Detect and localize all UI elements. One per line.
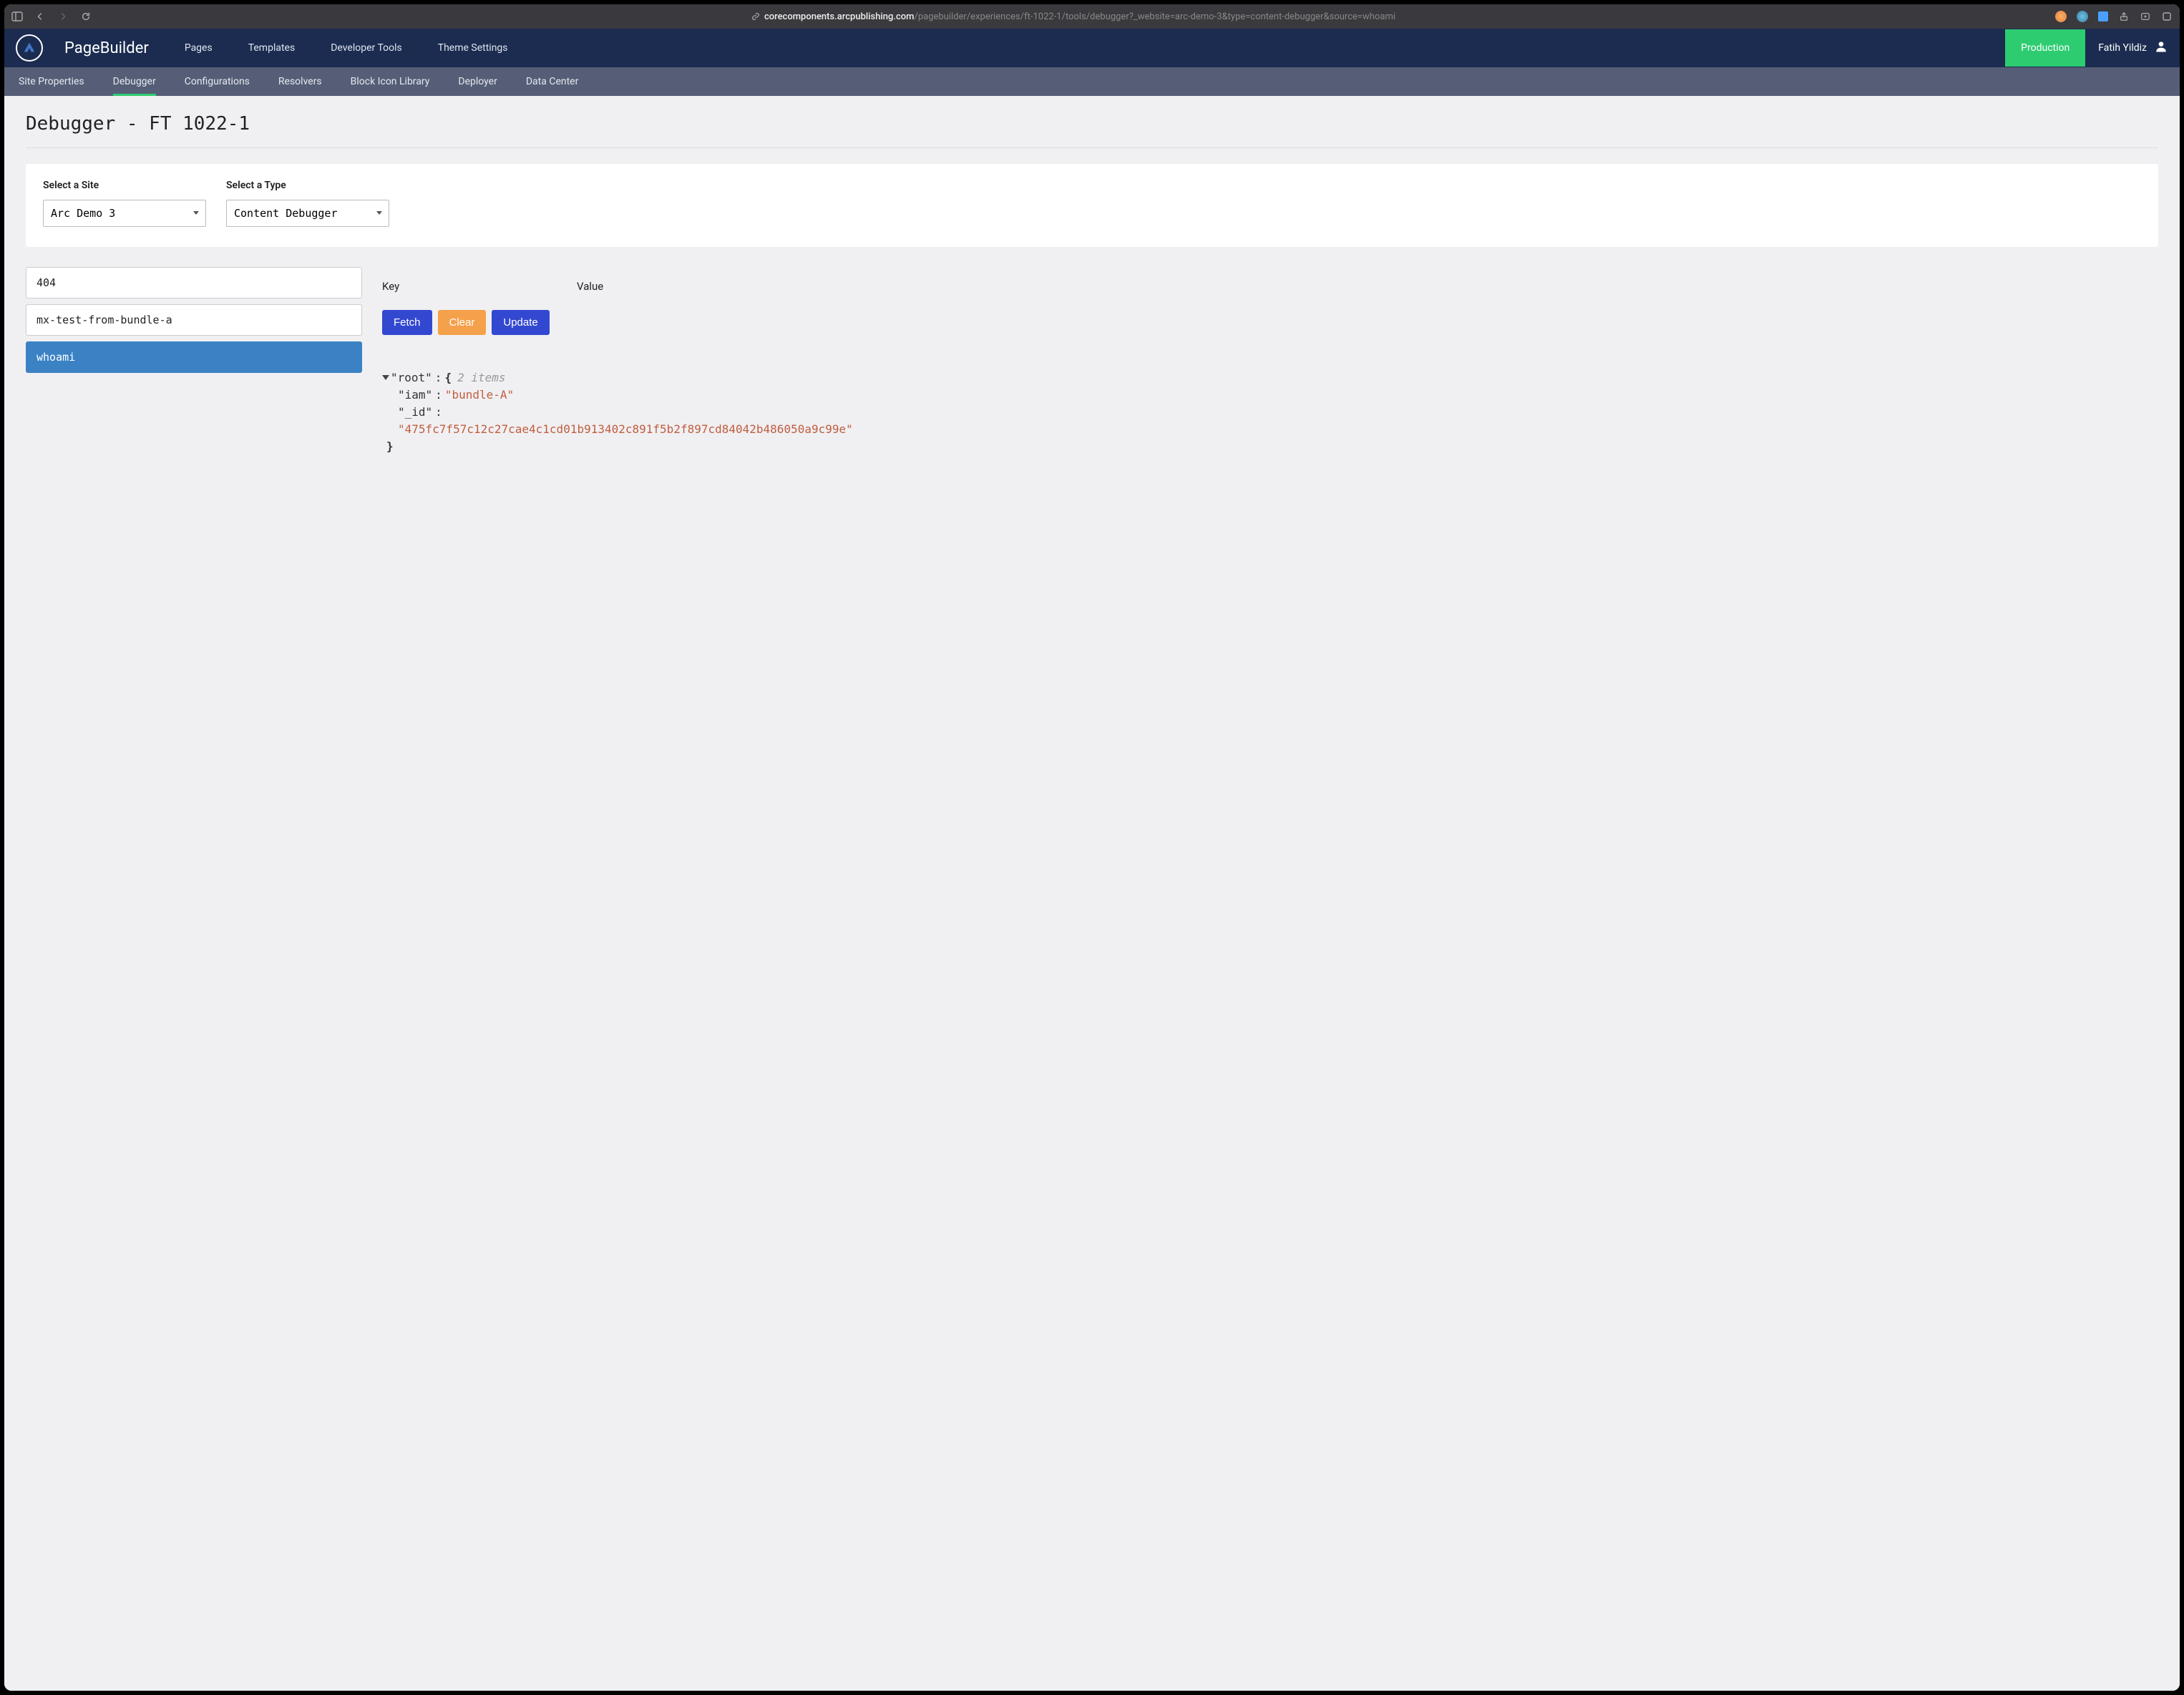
- json-iam-value: "bundle-A": [445, 388, 514, 402]
- json-toggle-icon[interactable]: [382, 375, 389, 380]
- json-root-key: "root": [391, 371, 432, 384]
- type-select-label: Select a Type: [226, 180, 389, 191]
- url-path: /pagebuilder/experiences/ft-1022-1/tools…: [914, 11, 1395, 22]
- kv-key-header: Key: [382, 280, 577, 293]
- share-icon[interactable]: [2118, 11, 2130, 22]
- extension-icon-2[interactable]: [2077, 11, 2088, 22]
- sub-nav: Site Properties Debugger Configurations …: [4, 67, 2180, 96]
- back-icon[interactable]: [34, 11, 46, 22]
- page-title: Debugger - FT 1022-1: [26, 113, 2158, 148]
- forward-icon: [57, 11, 69, 22]
- kv-value-header: Value: [577, 280, 603, 293]
- reload-icon[interactable]: [80, 11, 92, 22]
- nav-theme-settings[interactable]: Theme Settings: [438, 42, 508, 54]
- nav-templates[interactable]: Templates: [248, 42, 296, 54]
- source-item-whoami[interactable]: whoami: [26, 341, 362, 373]
- environment-badge[interactable]: Production: [2005, 29, 2085, 67]
- user-icon[interactable]: [2154, 39, 2168, 57]
- browser-toolbar: corecomponents.arcpublishing.com/pagebui…: [4, 4, 2180, 29]
- brand-name[interactable]: PageBuilder: [64, 39, 149, 57]
- nav-pages[interactable]: Pages: [185, 42, 213, 54]
- source-item-404[interactable]: 404: [26, 267, 362, 298]
- user-name[interactable]: Fatih Yildiz: [2085, 42, 2154, 54]
- right-panel: Key Value Fetch Clear Update "root":{2 i…: [382, 267, 2158, 455]
- browser-window: corecomponents.arcpublishing.com/pagebui…: [4, 4, 2180, 1691]
- selectors-card: Select a Site Arc Demo 3 Select a Type C…: [26, 164, 2158, 247]
- nav-developer-tools[interactable]: Developer Tools: [331, 42, 402, 54]
- subnav-debugger[interactable]: Debugger: [113, 67, 156, 96]
- source-list: 404 mx-test-from-bundle-a whoami: [26, 267, 362, 455]
- extension-icon-3[interactable]: [2098, 11, 2108, 21]
- tabs-icon[interactable]: [2161, 11, 2173, 22]
- top-nav: PageBuilder Pages Templates Developer To…: [4, 29, 2180, 67]
- new-tab-icon[interactable]: [2140, 11, 2151, 22]
- json-iam-key: "iam": [398, 388, 432, 402]
- json-id-key: "_id": [398, 405, 432, 419]
- subnav-resolvers[interactable]: Resolvers: [278, 67, 322, 96]
- clear-button[interactable]: Clear: [438, 310, 487, 335]
- extension-icon-1[interactable]: [2055, 11, 2067, 22]
- subnav-deployer[interactable]: Deployer: [458, 67, 497, 96]
- source-item-mx-test[interactable]: mx-test-from-bundle-a: [26, 304, 362, 336]
- site-select-label: Select a Site: [43, 180, 206, 191]
- subnav-block-icon-library[interactable]: Block Icon Library: [351, 67, 430, 96]
- json-items-meta: 2 items: [457, 371, 505, 384]
- json-id-value: "475fc7f57c12c27cae4c1cd01b913402c891f5b…: [398, 422, 853, 436]
- fetch-button[interactable]: Fetch: [382, 310, 432, 335]
- json-viewer: "root":{2 items "iam":"bundle-A" "_id": …: [382, 369, 2158, 455]
- subnav-site-properties[interactable]: Site Properties: [19, 67, 84, 96]
- type-select[interactable]: Content Debugger: [226, 200, 389, 227]
- browser-url[interactable]: corecomponents.arcpublishing.com/pagebui…: [100, 11, 2047, 22]
- sidebar-toggle-icon[interactable]: [11, 11, 23, 22]
- url-domain: corecomponents.arcpublishing.com: [764, 11, 915, 22]
- app-logo[interactable]: [16, 34, 43, 62]
- subnav-configurations[interactable]: Configurations: [185, 67, 250, 96]
- subnav-data-center[interactable]: Data Center: [526, 67, 579, 96]
- update-button[interactable]: Update: [492, 310, 549, 335]
- site-select[interactable]: Arc Demo 3: [43, 200, 206, 227]
